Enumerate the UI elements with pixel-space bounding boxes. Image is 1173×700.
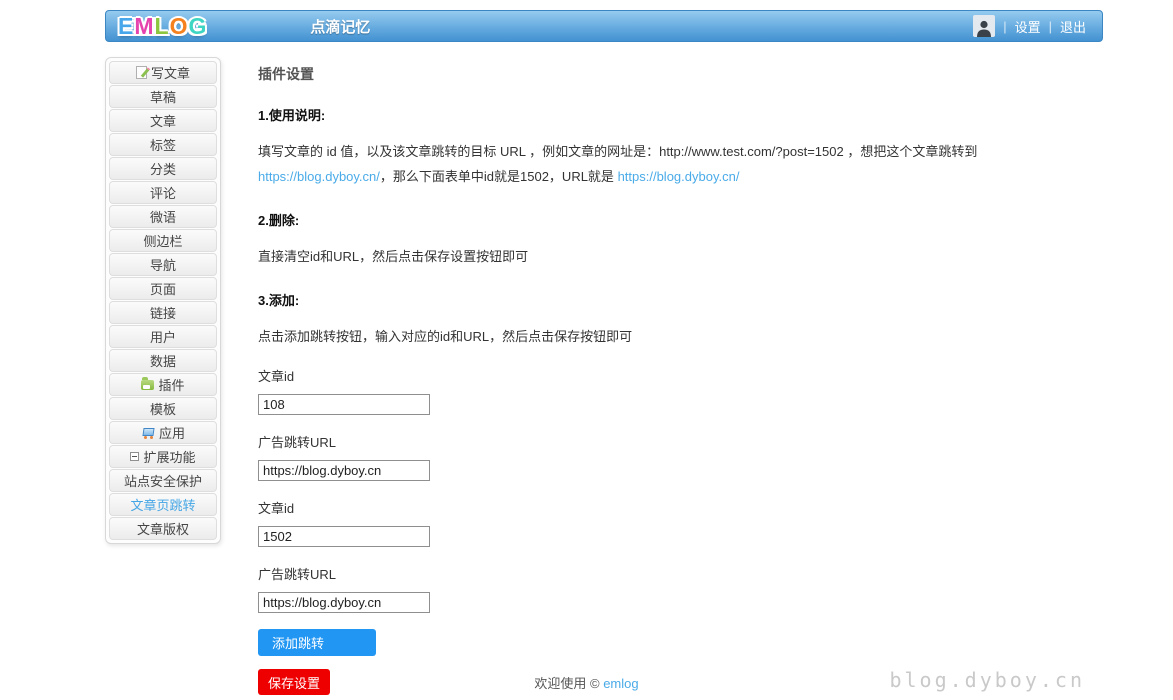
header-separator: | <box>1049 19 1052 34</box>
sidebar-item[interactable]: 用户 <box>109 325 217 348</box>
sidebar-item-label: 页面 <box>150 279 176 298</box>
sidebar-item-label: 微语 <box>150 207 176 226</box>
header-separator: | <box>1003 19 1006 34</box>
sidebar-item[interactable]: 应用 <box>109 421 217 444</box>
field-input[interactable] <box>258 592 430 613</box>
field-label: 广告跳转URL <box>258 564 1103 583</box>
sidebar-item-label: 文章版权 <box>137 519 189 538</box>
field-label: 文章id <box>258 366 1103 385</box>
sidebar-item[interactable]: 写文章 <box>109 61 217 84</box>
sidebar-item-label: 数据 <box>150 351 176 370</box>
field-label: 广告跳转URL <box>258 432 1103 451</box>
sidebar-item[interactable]: 链接 <box>109 301 217 324</box>
sidebar-item[interactable]: 文章页跳转 <box>109 493 217 516</box>
sidebar-item[interactable]: 数据 <box>109 349 217 372</box>
usage-heading: 1.使用说明: <box>258 105 1103 124</box>
logo-letter: L <box>155 15 170 38</box>
sidebar-item[interactable]: 微语 <box>109 205 217 228</box>
jump-form: 文章id 广告跳转URL 文章id 广告跳转URL <box>258 366 1103 613</box>
sidebar-item[interactable]: 文章 <box>109 109 217 132</box>
sidebar-item[interactable]: 站点安全保护 <box>109 469 217 492</box>
page-title: 插件设置 <box>258 64 1103 84</box>
sidebar-item[interactable]: 评论 <box>109 181 217 204</box>
sidebar-item-label: 草稿 <box>150 87 176 106</box>
sidebar-item-label: 模板 <box>150 399 176 418</box>
collapse-icon <box>130 452 139 461</box>
header-actions: | 设置 | 退出 <box>973 15 1086 37</box>
page: EMLOG 点滴记忆 | 设置 | 退出 写文章 草稿 <box>0 0 1173 700</box>
add-heading: 3.添加: <box>258 290 1103 309</box>
add-jump-button[interactable]: 添加跳转 <box>258 629 376 656</box>
sidebar-item[interactable]: 插件 <box>109 373 217 396</box>
form-field: 广告跳转URL <box>258 432 1103 481</box>
sidebar-item[interactable]: 扩展功能 <box>109 445 217 468</box>
sidebar-item-label: 分类 <box>150 159 176 178</box>
usage-text: 填写文章的 id 值，以及该文章跳转的目标 URL ，例如文章的网址是：http… <box>258 139 1103 189</box>
sidebar-item-label: 文章 <box>150 111 176 130</box>
watermark: blog.dyboy.cn <box>889 668 1085 692</box>
usage-text-part1: 填写文章的 id 值，以及该文章跳转的目标 URL ，例如文章的网址是：http… <box>258 144 977 159</box>
usage-link-1[interactable]: https://blog.dyboy.cn/ <box>258 169 380 184</box>
settings-link[interactable]: 设置 <box>1015 17 1041 36</box>
field-input[interactable] <box>258 460 430 481</box>
site-title: 点滴记忆 <box>310 16 370 37</box>
logo-letter: G <box>188 15 207 38</box>
sidebar-item[interactable]: 文章版权 <box>109 517 217 540</box>
emlog-footer-link[interactable]: emlog <box>603 676 638 691</box>
sidebar-item[interactable]: 导航 <box>109 253 217 276</box>
header-bar: EMLOG 点滴记忆 | 设置 | 退出 <box>105 10 1103 42</box>
emlog-logo[interactable]: EMLOG <box>118 15 207 38</box>
delete-text: 直接清空id和URL，然后点击保存设置按钮即可 <box>258 244 1103 269</box>
logout-link[interactable]: 退出 <box>1060 17 1086 36</box>
sidebar-item-label: 写文章 <box>151 63 190 82</box>
main-panel: 插件设置 1.使用说明: 填写文章的 id 值，以及该文章跳转的目标 URL ，… <box>258 57 1103 695</box>
sidebar-item[interactable]: 标签 <box>109 133 217 156</box>
sidebar-item-label: 侧边栏 <box>143 231 182 250</box>
usage-text-part2: ，那么下面表单中id就是1502，URL就是 <box>380 169 618 184</box>
content-area: 写文章 草稿 文章 标签 分类 <box>105 57 1103 695</box>
field-label: 文章id <box>258 498 1103 517</box>
field-input[interactable] <box>258 526 430 547</box>
sidebar-item[interactable]: 模板 <box>109 397 217 420</box>
sidebar-item[interactable]: 页面 <box>109 277 217 300</box>
sidebar-item[interactable]: 侧边栏 <box>109 229 217 252</box>
delete-heading: 2.删除: <box>258 210 1103 229</box>
form-field: 文章id <box>258 498 1103 547</box>
write-icon <box>136 66 147 79</box>
sidebar-item-label: 导航 <box>150 255 176 274</box>
usage-link-2[interactable]: https://blog.dyboy.cn/ <box>618 169 740 184</box>
logo-letter: E <box>118 15 134 38</box>
sidebar-item[interactable]: 草稿 <box>109 85 217 108</box>
logo-letter: O <box>170 15 189 38</box>
form-field: 广告跳转URL <box>258 564 1103 613</box>
sidebar-item-label: 扩展功能 <box>143 447 195 466</box>
footer-text: 欢迎使用 © <box>534 676 599 691</box>
user-avatar-icon[interactable] <box>973 15 995 37</box>
sidebar-item[interactable]: 分类 <box>109 157 217 180</box>
form-field: 文章id <box>258 366 1103 415</box>
sidebar-item-label: 标签 <box>150 135 176 154</box>
sidebar-item-label: 文章页跳转 <box>130 495 195 514</box>
sidebar-item-label: 应用 <box>159 423 185 442</box>
sidebar-item-label: 插件 <box>158 375 184 394</box>
field-input[interactable] <box>258 394 430 415</box>
sidebar-item-label: 站点安全保护 <box>124 471 202 490</box>
plugin-icon <box>141 380 154 390</box>
add-text: 点击添加跳转按钮，输入对应的id和URL，然后点击保存按钮即可 <box>258 324 1103 349</box>
sidebar-item-label: 用户 <box>150 327 176 346</box>
sidebar-item-label: 评论 <box>150 183 176 202</box>
logo-letter: M <box>134 15 154 38</box>
sidebar-item-label: 链接 <box>150 303 176 322</box>
sidebar-menu: 写文章 草稿 文章 标签 分类 <box>105 57 221 544</box>
app-store-icon <box>141 426 155 439</box>
